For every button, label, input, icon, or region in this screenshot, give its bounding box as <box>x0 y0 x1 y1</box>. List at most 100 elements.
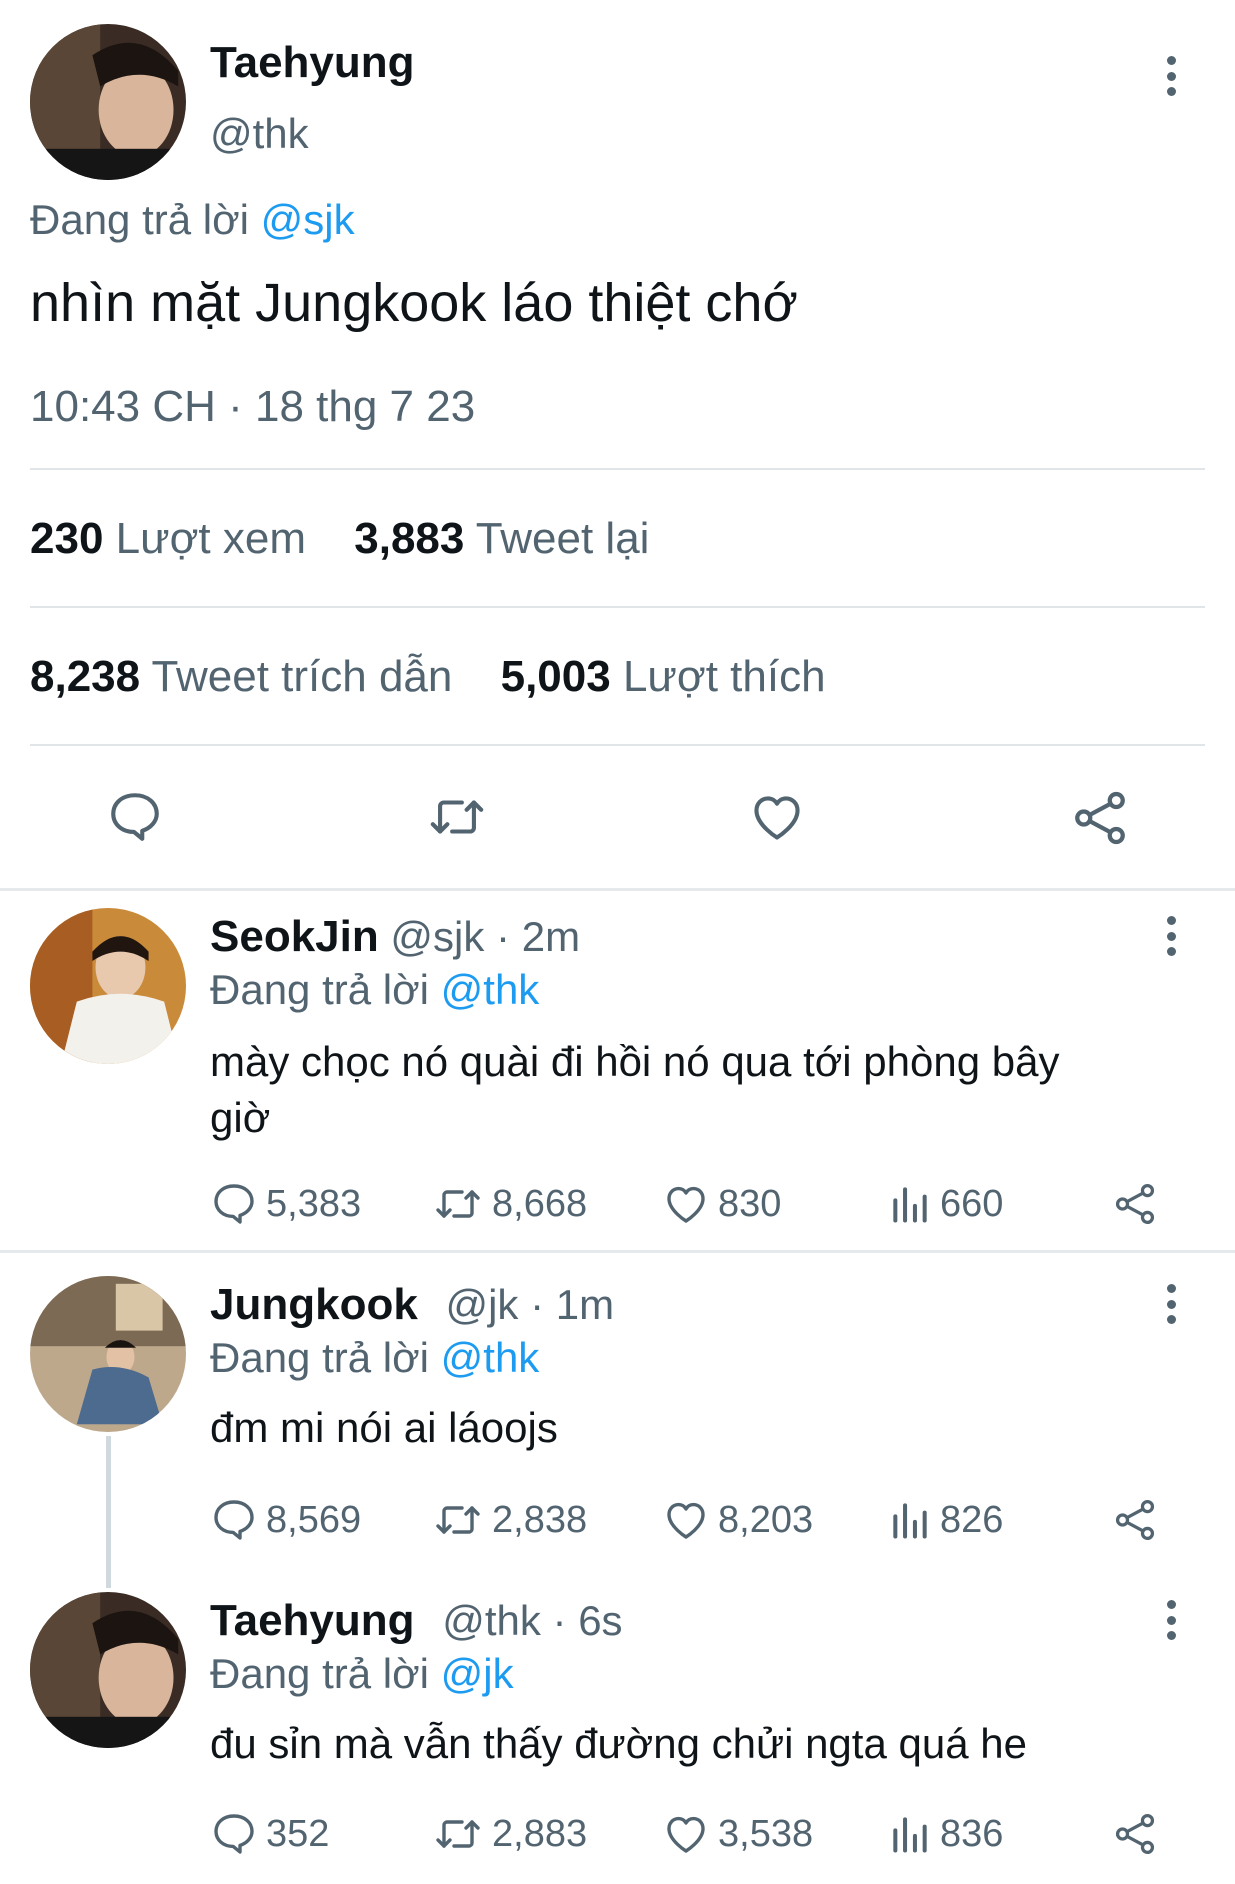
views-count: 230 <box>30 514 104 563</box>
reply-icon <box>111 793 159 841</box>
likes-label: Lượt thích <box>622 652 826 701</box>
tweet-timestamp[interactable]: 10:43 CH · 18 thg 7 23 <box>30 382 475 432</box>
reply-to-link[interactable]: @thk <box>441 966 540 1013</box>
thread-line <box>106 1436 111 1588</box>
retweet-button[interactable]: 2,838 <box>432 1496 587 1544</box>
more-icon[interactable] <box>1161 56 1181 96</box>
reply-count: 5,383 <box>266 1182 362 1225</box>
divider <box>30 744 1205 746</box>
like-icon <box>667 1186 705 1223</box>
like-icon <box>667 1502 705 1539</box>
author-handle-time[interactable]: @thk · 6s <box>442 1597 622 1644</box>
likes-stat[interactable]: 5,003 Lượt thích <box>501 652 826 701</box>
reply-to-link[interactable]: @thk <box>441 1334 540 1381</box>
tweet-text: nhìn mặt Jungkook láo thiệt chớ <box>30 273 798 333</box>
retweet-icon <box>436 1190 480 1218</box>
views-label: Lượt xem <box>115 514 307 563</box>
share-icon <box>1115 1183 1155 1225</box>
like-button[interactable] <box>748 788 806 846</box>
views-icon <box>893 1187 927 1223</box>
reply-to-link[interactable]: @jk <box>441 1650 514 1697</box>
reply-button[interactable]: 352 <box>210 1810 329 1858</box>
reply-to-link[interactable]: @sjk <box>261 196 355 243</box>
like-button[interactable]: 8,203 <box>662 1496 813 1544</box>
share-button[interactable] <box>1112 1496 1158 1544</box>
share-button[interactable] <box>1112 1810 1158 1858</box>
section-divider <box>0 1250 1235 1253</box>
reply-context: Đang trả lời @thk <box>210 1334 539 1382</box>
share-icon <box>1075 791 1125 845</box>
share-button[interactable] <box>1070 788 1130 848</box>
more-icon[interactable] <box>1161 1284 1181 1324</box>
reply-prefix: Đang trả lời <box>210 1650 429 1697</box>
tweet-header: Taehyung @thk · 6s <box>210 1596 623 1646</box>
tweet-text: đu sỉn mà vẫn thấy đường chửi ngta quá h… <box>210 1720 1027 1767</box>
author-handle-time[interactable]: @sjk · 2m <box>390 913 580 960</box>
reply-context: Đang trả lời @thk <box>210 966 539 1014</box>
reply-count: 8,569 <box>266 1498 362 1541</box>
section-divider <box>0 888 1235 891</box>
retweet-button[interactable] <box>424 788 490 846</box>
author-name[interactable]: Taehyung <box>210 38 415 88</box>
reply-icon <box>214 1814 254 1854</box>
reply-button[interactable] <box>106 788 164 846</box>
retweets-stat[interactable]: 3,883 Tweet lại <box>354 514 649 563</box>
retweet-count: 2,883 <box>492 1812 588 1855</box>
reply-button[interactable]: 5,383 <box>210 1180 361 1228</box>
quotes-stat[interactable]: 8,238 Tweet trích dẫn <box>30 652 465 701</box>
share-button[interactable] <box>1112 1180 1158 1228</box>
like-count: 830 <box>718 1182 782 1225</box>
quotes-label: Tweet trích dẫn <box>151 652 453 701</box>
like-icon <box>754 796 800 840</box>
retweets-count: 3,883 <box>354 514 465 563</box>
share-icon <box>1115 1813 1155 1855</box>
reply-button[interactable]: 8,569 <box>210 1496 361 1544</box>
retweet-button[interactable]: 2,883 <box>432 1810 587 1858</box>
quotes-count: 8,238 <box>30 652 141 701</box>
reply-count: 352 <box>266 1812 330 1855</box>
author-handle-time[interactable]: @jk · 1m <box>445 1281 614 1328</box>
tweet-text-line: giờ <box>210 1094 271 1141</box>
divider <box>30 468 1205 470</box>
reply-context: Đang trả lời @jk <box>210 1650 514 1698</box>
views-button[interactable]: 836 <box>888 1810 1003 1858</box>
retweet-icon <box>430 800 484 834</box>
like-button[interactable]: 830 <box>662 1180 781 1228</box>
retweet-count: 2,838 <box>492 1498 588 1541</box>
reply-context: Đang trả lời @sjk <box>30 196 355 244</box>
retweet-button[interactable]: 8,668 <box>432 1180 587 1228</box>
author-name[interactable]: Jungkook <box>210 1280 418 1329</box>
likes-count: 5,003 <box>500 652 611 701</box>
views-button[interactable]: 826 <box>888 1496 1003 1544</box>
reply-icon <box>214 1184 254 1224</box>
retweet-icon <box>436 1506 480 1534</box>
author-name[interactable]: SeokJin <box>210 912 379 961</box>
tweet-text: đm mi nói ai láoojs <box>210 1404 558 1451</box>
divider <box>30 606 1205 608</box>
avatar[interactable] <box>30 1592 186 1748</box>
reply-prefix: Đang trả lời <box>210 1334 429 1381</box>
views-button[interactable]: 660 <box>888 1180 1003 1228</box>
views-icon <box>893 1503 927 1539</box>
retweets-label: Tweet lại <box>475 514 650 563</box>
retweet-icon <box>436 1820 480 1848</box>
reply-prefix: Đang trả lời <box>30 196 249 243</box>
avatar[interactable] <box>30 1276 186 1432</box>
more-icon[interactable] <box>1161 1600 1181 1640</box>
like-icon <box>667 1816 705 1853</box>
tweet-header: SeokJin @sjk · 2m <box>210 912 580 962</box>
more-icon[interactable] <box>1161 916 1181 956</box>
avatar[interactable] <box>30 908 186 1064</box>
tweet-header: Jungkook @jk · 1m <box>210 1280 614 1330</box>
avatar[interactable] <box>30 24 186 180</box>
views-count: 836 <box>940 1812 1004 1855</box>
views-stat[interactable]: 230 Lượt xem <box>30 514 318 563</box>
author-handle[interactable]: @thk <box>210 110 309 158</box>
reply-prefix: Đang trả lời <box>210 966 429 1013</box>
views-count: 660 <box>940 1182 1004 1225</box>
like-count: 3,538 <box>718 1812 814 1855</box>
stats-row-2: 8,238 Tweet trích dẫn 5,003 Lượt thích <box>30 652 826 702</box>
author-name[interactable]: Taehyung <box>210 1596 415 1645</box>
like-button[interactable]: 3,538 <box>662 1810 813 1858</box>
views-count: 826 <box>940 1498 1004 1541</box>
